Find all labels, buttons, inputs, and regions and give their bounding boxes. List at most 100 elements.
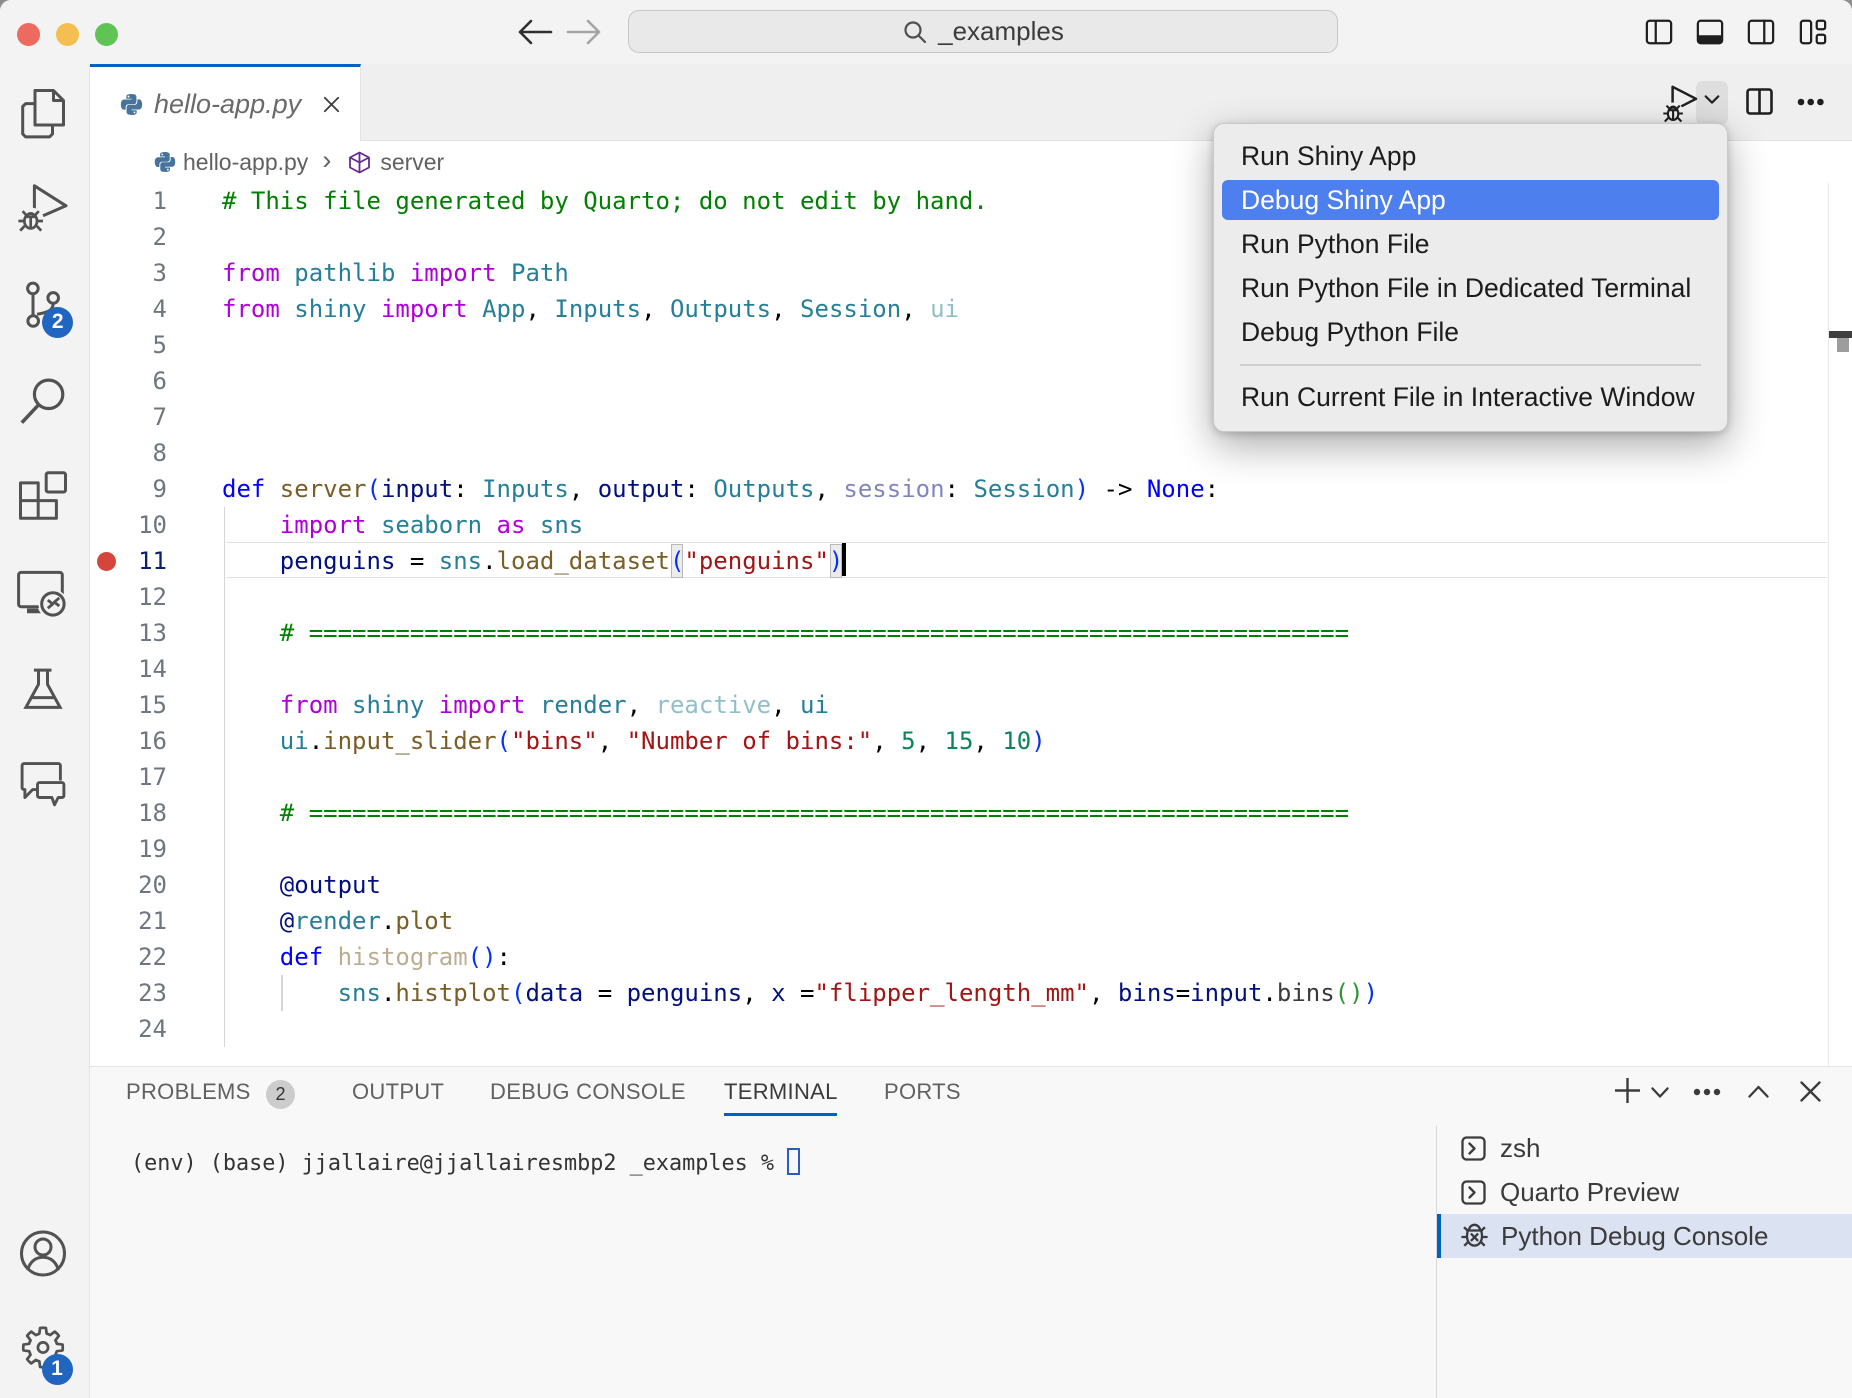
toggle-primary-sidebar-icon[interactable]	[1645, 18, 1673, 46]
close-panel-icon[interactable]	[1800, 1081, 1821, 1102]
editor-toolbar	[1640, 75, 1852, 130]
toggle-secondary-sidebar-icon[interactable]	[1747, 18, 1775, 46]
line-number: 14	[90, 651, 167, 687]
breakpoint-dot[interactable]	[97, 552, 116, 571]
menu-item-run-shiny-app[interactable]: Run Shiny App	[1214, 134, 1727, 178]
bottom-panel: PROBLEMS2OUTPUTDEBUG CONSOLETERMINALPORT…	[90, 1066, 1852, 1398]
debug-console-icon	[1458, 1220, 1491, 1253]
text-cursor	[842, 543, 846, 576]
vscode-window: _examples 21 h	[0, 0, 1852, 1398]
terminal-list-item-quarto-preview[interactable]: Quarto Preview	[1437, 1170, 1852, 1214]
menu-item-run-python-file-in-dedicated-terminal[interactable]: Run Python File in Dedicated Terminal	[1214, 266, 1727, 310]
maximize-panel-icon[interactable]	[1748, 1085, 1769, 1098]
line-number: 9	[90, 471, 167, 507]
panel-more-actions-icon[interactable]	[1693, 1088, 1721, 1096]
line-number: 17	[90, 759, 167, 795]
python-file-icon	[153, 150, 177, 174]
line-number: 5	[90, 327, 167, 363]
activity-bar-extensions-icon[interactable]	[18, 471, 68, 526]
activity-bar-testing-icon[interactable]	[18, 663, 68, 718]
line-number: 8	[90, 435, 167, 471]
line-number: 12	[90, 579, 167, 615]
code-line: 12	[90, 579, 1828, 615]
terminal-icon	[1461, 1136, 1486, 1161]
toggle-panel-icon[interactable]	[1696, 18, 1724, 46]
title-bar: _examples	[0, 0, 1852, 64]
line-number: 24	[90, 1011, 167, 1047]
code-line: 11 penguins = sns.load_dataset("penguins…	[90, 543, 1828, 579]
menu-item-run-python-file[interactable]: Run Python File	[1214, 222, 1727, 266]
activity-bar-comments-icon[interactable]	[18, 760, 68, 815]
go-forward-icon[interactable]	[566, 19, 602, 45]
zoom-window-button[interactable]	[95, 23, 118, 46]
line-number: 23	[90, 975, 167, 1011]
search-icon	[902, 19, 928, 45]
run-debug-dropdown-menu: Run Shiny AppDebug Shiny AppRun Python F…	[1213, 123, 1728, 432]
customize-layout-icon[interactable]	[1798, 18, 1828, 46]
line-number: 15	[90, 687, 167, 723]
activity-bar: 21	[0, 64, 90, 1398]
code-line: 15 from shiny import render, reactive, u…	[90, 687, 1828, 723]
line-number: 21	[90, 903, 167, 939]
tab-label: hello-app.py	[154, 89, 301, 120]
close-tab-icon[interactable]	[323, 96, 340, 113]
line-number: 4	[90, 291, 167, 327]
terminal-list-item-zsh[interactable]: zsh	[1437, 1126, 1852, 1170]
code-line: 16 ui.input_slider("bins", "Number of bi…	[90, 723, 1828, 759]
line-number: 19	[90, 831, 167, 867]
source-control-badge: 2	[42, 307, 73, 338]
overview-ruler-mark	[1829, 331, 1852, 338]
terminal-launch-chevron-icon[interactable]	[1651, 1087, 1669, 1099]
breadcrumb-symbol[interactable]: server	[380, 149, 444, 176]
line-number: 3	[90, 255, 167, 291]
python-file-icon	[119, 92, 144, 117]
code-line: 20 @output	[90, 867, 1828, 903]
code-line: 13 # ===================================…	[90, 615, 1828, 651]
breadcrumb-file[interactable]: hello-app.py	[183, 149, 308, 176]
line-number: 1	[90, 183, 167, 219]
tab-hello-app[interactable]: hello-app.py	[90, 64, 361, 141]
terminal-list-item-python-debug-console[interactable]: Python Debug Console	[1437, 1214, 1852, 1258]
terminal-icon	[1461, 1180, 1486, 1205]
line-number: 20	[90, 867, 167, 903]
line-number: 2	[90, 219, 167, 255]
breadcrumb-separator: ›	[322, 145, 331, 176]
code-line: 21 @render.plot	[90, 903, 1828, 939]
terminal-prompt[interactable]: (env) (base) jjallaire@jjallairesmbp2 _e…	[131, 1148, 800, 1176]
code-line: 8	[90, 435, 1828, 471]
line-number: 6	[90, 363, 167, 399]
command-center-text: _examples	[938, 16, 1064, 47]
line-number: 13	[90, 615, 167, 651]
overview-ruler-mark	[1837, 338, 1849, 352]
activity-bar-explorer-icon[interactable]	[18, 88, 68, 143]
activity-bar-run-and-debug-icon[interactable]	[17, 183, 69, 240]
minimize-window-button[interactable]	[56, 23, 79, 46]
code-line: 18 # ===================================…	[90, 795, 1828, 831]
code-line: 9def server(input: Inputs, output: Outpu…	[90, 471, 1828, 507]
activity-bar-search-icon[interactable]	[18, 376, 68, 431]
activity-bar-remote-explorer-icon[interactable]	[17, 570, 69, 627]
code-line: 19	[90, 831, 1828, 867]
menu-item-debug-shiny-app[interactable]: Debug Shiny App	[1222, 180, 1719, 220]
run-dropdown-chevron-icon[interactable]	[1704, 94, 1720, 105]
menu-separator	[1240, 364, 1701, 366]
line-number: 18	[90, 795, 167, 831]
line-number: 22	[90, 939, 167, 975]
new-terminal-icon[interactable]	[1614, 1077, 1641, 1104]
line-number: 10	[90, 507, 167, 543]
activity-bar-accounts-icon[interactable]	[18, 1228, 68, 1283]
split-editor-icon[interactable]	[1746, 88, 1773, 115]
symbol-method-icon	[347, 150, 372, 175]
code-line: 10 import seaborn as sns	[90, 507, 1828, 543]
menu-item-run-current-file-in-interactive-window[interactable]: Run Current File in Interactive Window	[1214, 375, 1727, 419]
menu-item-debug-python-file[interactable]: Debug Python File	[1214, 310, 1727, 354]
more-actions-icon[interactable]	[1797, 97, 1825, 107]
line-number: 16	[90, 723, 167, 759]
close-window-button[interactable]	[17, 23, 40, 46]
code-line: 17	[90, 759, 1828, 795]
line-number: 7	[90, 399, 167, 435]
terminal-cursor	[787, 1148, 800, 1175]
go-back-icon[interactable]	[517, 19, 553, 45]
command-center-search[interactable]: _examples	[628, 10, 1338, 53]
settings-badge: 1	[42, 1354, 73, 1385]
